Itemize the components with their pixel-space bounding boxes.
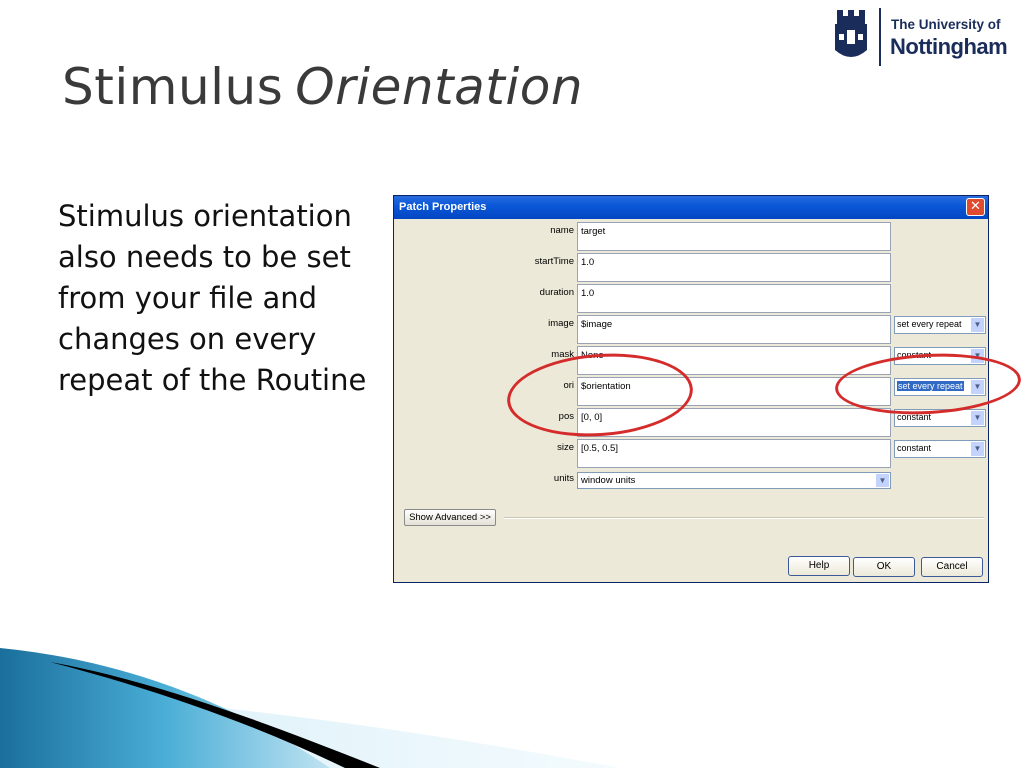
body-text: Stimulus orientation also needs to be se… <box>58 199 367 397</box>
image-updates-value: set every repeat <box>897 319 962 329</box>
chevron-down-icon: ▼ <box>876 474 889 487</box>
title-part-1: Stimulus <box>62 58 284 116</box>
university-logo: The University of Nottingham <box>833 8 1023 66</box>
duration-field[interactable]: 1.0 <box>577 284 891 313</box>
label-units: units <box>553 473 574 484</box>
help-button[interactable]: Help <box>788 556 850 576</box>
size-updates-value: constant <box>897 443 932 453</box>
slide-title: Stimulus Orientation <box>62 58 583 116</box>
close-icon[interactable]: ✕ <box>966 198 985 216</box>
title-part-2: Orientation <box>295 58 584 116</box>
university-crest-icon <box>835 10 867 57</box>
units-value: window units <box>581 475 636 486</box>
label-starttime: startTime <box>534 256 574 267</box>
units-select[interactable]: window units ▼ <box>577 472 891 489</box>
label-duration: duration <box>539 287 574 298</box>
size-updates-select[interactable]: constant ▼ <box>894 440 986 458</box>
starttime-field[interactable]: 1.0 <box>577 253 891 282</box>
image-field[interactable]: $image <box>577 315 891 344</box>
chevron-down-icon: ▼ <box>971 442 984 456</box>
dialog-title: Patch Properties <box>399 201 487 213</box>
show-advanced-button[interactable]: Show Advanced >> <box>404 509 496 526</box>
chevron-down-icon: ▼ <box>971 411 984 425</box>
size-field[interactable]: [0.5, 0.5] <box>577 439 891 468</box>
label-mask: mask <box>551 349 574 360</box>
label-name: name <box>550 225 574 236</box>
name-field[interactable]: target <box>577 222 891 251</box>
chevron-down-icon: ▼ <box>971 318 984 332</box>
label-size: size <box>557 442 574 453</box>
separator <box>504 517 984 519</box>
logo-line-1: The University of <box>891 17 1001 32</box>
dialog-titlebar[interactable]: Patch Properties ✕ <box>394 196 988 219</box>
logo-line-2: Nottingham <box>890 34 1008 59</box>
logo-divider <box>879 8 881 66</box>
image-updates-select[interactable]: set every repeat ▼ <box>894 316 986 334</box>
label-image: image <box>548 318 574 329</box>
ok-button[interactable]: OK <box>853 557 915 577</box>
cancel-button[interactable]: Cancel <box>921 557 983 577</box>
